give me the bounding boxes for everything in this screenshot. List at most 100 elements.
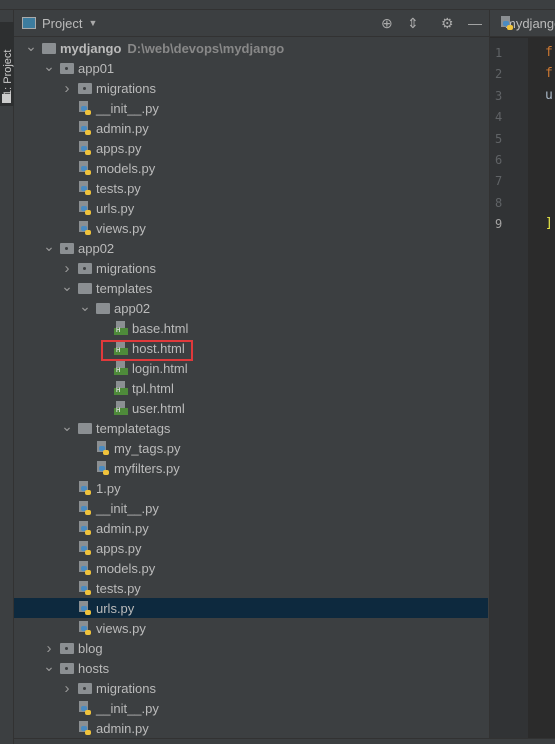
tree-item[interactable]: › migrations bbox=[14, 258, 488, 278]
python-file-icon bbox=[78, 541, 92, 555]
tree-item[interactable]: my_tags.py bbox=[14, 438, 488, 458]
tree-item-label: tpl.html bbox=[132, 380, 174, 396]
package-icon bbox=[78, 683, 92, 694]
code-line[interactable]: ] bbox=[545, 216, 553, 231]
collapse-all-icon[interactable]: ⇕ bbox=[407, 15, 419, 32]
folder-icon bbox=[2, 94, 11, 103]
package-icon bbox=[60, 63, 74, 74]
tree-item[interactable]: › migrations bbox=[14, 678, 488, 698]
tree-item[interactable]: › migrations bbox=[14, 78, 488, 98]
tree-item[interactable]: __init__.py bbox=[14, 498, 488, 518]
tree-item-label: app02 bbox=[78, 240, 115, 256]
package-icon bbox=[78, 263, 92, 274]
tree-item[interactable]: 1.py bbox=[14, 478, 488, 498]
tree-item-label: __init__.py bbox=[96, 100, 159, 116]
python-file-icon bbox=[78, 221, 92, 235]
python-file-icon bbox=[78, 161, 92, 175]
tree-item[interactable]: Htpl.html bbox=[14, 378, 488, 398]
tree-item-label: app01 bbox=[78, 60, 115, 76]
tree-item-label: apps.py bbox=[96, 540, 142, 556]
tree-item-label: admin.py bbox=[96, 520, 149, 536]
tree-item[interactable]: Hlogin.html bbox=[14, 358, 488, 378]
tree-item[interactable]: urls.py bbox=[14, 198, 488, 218]
tree-item-label: admin.py bbox=[96, 120, 149, 136]
chevron-down-icon[interactable]: ▼ bbox=[88, 18, 97, 28]
tree-item[interactable]: ⌄ templates bbox=[14, 278, 488, 298]
tree-item[interactable]: Hbase.html bbox=[14, 318, 488, 338]
chevron-down-icon[interactable]: ⌄ bbox=[42, 658, 56, 675]
html-file-icon: H bbox=[114, 381, 128, 395]
chevron-down-icon[interactable]: ⌄ bbox=[42, 58, 56, 75]
python-file-icon bbox=[96, 441, 110, 455]
tree-item[interactable]: apps.py bbox=[14, 138, 488, 158]
tree-item-label: login.html bbox=[132, 360, 188, 376]
html-file-icon: H bbox=[114, 401, 128, 415]
tree-item[interactable]: admin.py bbox=[14, 118, 488, 138]
python-file-icon bbox=[78, 721, 92, 735]
line-number: 2 bbox=[495, 67, 503, 82]
package-icon bbox=[60, 643, 74, 654]
tree-item-label: tests.py bbox=[96, 180, 141, 196]
tree-item[interactable]: Huser.html bbox=[14, 398, 488, 418]
tree-item[interactable]: ⌄ mydjango D:\web\devops\mydjango bbox=[14, 38, 488, 58]
locate-file-icon[interactable]: ⊕ bbox=[381, 15, 393, 32]
tree-item[interactable]: models.py bbox=[14, 158, 488, 178]
tree-item[interactable]: › blog bbox=[14, 638, 488, 658]
project-tool-tab[interactable]: 1: Project bbox=[0, 22, 14, 106]
line-number: 4 bbox=[495, 110, 503, 125]
chevron-right-icon[interactable]: › bbox=[60, 680, 74, 697]
line-number: 3 bbox=[495, 88, 503, 103]
chevron-down-icon[interactable]: ⌄ bbox=[60, 278, 74, 295]
status-bar bbox=[14, 738, 555, 744]
tree-item-label: models.py bbox=[96, 560, 156, 576]
tree-item-label: hosts bbox=[78, 660, 110, 676]
tree-item[interactable]: urls.py bbox=[14, 598, 488, 618]
code-line[interactable]: ur bbox=[545, 88, 555, 103]
python-file-icon bbox=[78, 121, 92, 135]
tree-item[interactable]: tests.py bbox=[14, 578, 488, 598]
python-file-icon bbox=[78, 601, 92, 615]
chevron-down-icon[interactable]: ⌄ bbox=[24, 38, 38, 55]
tree-item-label: blog bbox=[78, 640, 103, 656]
code-line[interactable]: fr bbox=[545, 45, 555, 60]
tree-item[interactable]: models.py bbox=[14, 558, 488, 578]
hide-icon[interactable]: — bbox=[468, 15, 482, 31]
chevron-down-icon[interactable]: ⌄ bbox=[60, 418, 74, 435]
tree-item[interactable]: ⌄ app02 bbox=[14, 238, 488, 258]
tree-item-label: models.py bbox=[96, 160, 156, 176]
tree-item[interactable]: tests.py bbox=[14, 178, 488, 198]
gear-icon[interactable]: ⚙ bbox=[441, 15, 454, 32]
view-selector[interactable]: Project bbox=[42, 16, 82, 31]
tree-item[interactable]: admin.py bbox=[14, 518, 488, 538]
tree-item-label: views.py bbox=[96, 620, 146, 636]
python-file-icon bbox=[78, 481, 92, 495]
tree-item-label: tests.py bbox=[96, 580, 141, 596]
folder-icon bbox=[78, 423, 92, 434]
tree-item[interactable]: admin.py bbox=[14, 718, 488, 738]
tree-item[interactable]: __init__.py bbox=[14, 98, 488, 118]
tree-item[interactable]: ⌄ app02 bbox=[14, 298, 488, 318]
chevron-down-icon[interactable]: ⌄ bbox=[78, 298, 92, 315]
code-line[interactable]: fr bbox=[545, 66, 555, 81]
tree-item-label: migrations bbox=[96, 260, 156, 276]
chevron-right-icon[interactable]: › bbox=[60, 80, 74, 97]
tree-item-label: apps.py bbox=[96, 140, 142, 156]
tree-item-label: user.html bbox=[132, 400, 185, 416]
tree-item[interactable]: ⌄ app01 bbox=[14, 58, 488, 78]
tree-item-label: __init__.py bbox=[96, 500, 159, 516]
tree-item[interactable]: ⌄ hosts bbox=[14, 658, 488, 678]
tree-item-label: urls.py bbox=[96, 200, 135, 216]
folder-icon bbox=[96, 303, 110, 314]
tree-item[interactable]: Hhost.html bbox=[14, 338, 488, 358]
tree-item[interactable]: __init__.py bbox=[14, 698, 488, 718]
tree-item[interactable]: views.py bbox=[14, 218, 488, 238]
chevron-down-icon[interactable]: ⌄ bbox=[42, 238, 56, 255]
tree-item[interactable]: apps.py bbox=[14, 538, 488, 558]
chevron-right-icon[interactable]: › bbox=[60, 260, 74, 277]
tree-item[interactable]: views.py bbox=[14, 618, 488, 638]
tree-item[interactable]: ⌄ templatetags bbox=[14, 418, 488, 438]
editor-tab[interactable]: mydjango bbox=[490, 10, 555, 37]
tree-item[interactable]: myfilters.py bbox=[14, 458, 488, 478]
tree-item-label: myfilters.py bbox=[114, 460, 180, 476]
chevron-right-icon[interactable]: › bbox=[42, 640, 56, 657]
